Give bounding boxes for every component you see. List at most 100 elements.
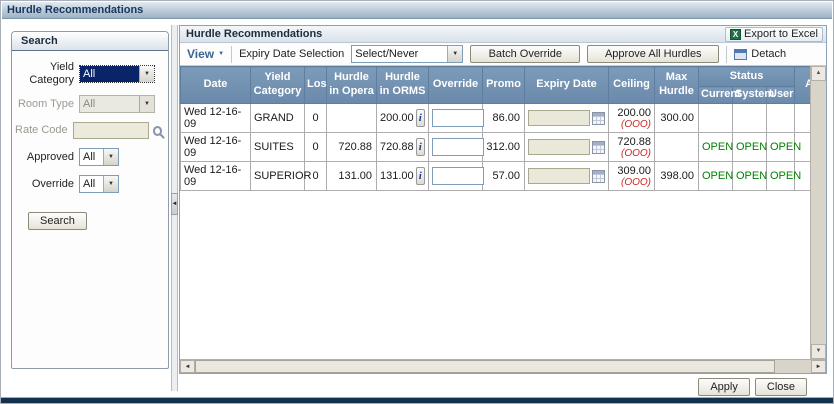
calendar-icon[interactable] bbox=[592, 111, 605, 125]
dialog-footer: Apply Close bbox=[698, 378, 807, 396]
yield-category-select[interactable]: All bbox=[79, 64, 155, 83]
info-icon[interactable]: i bbox=[415, 138, 425, 156]
search-panel: Search Yield Category All Room Type All … bbox=[11, 31, 169, 369]
cell-hurdle-in-orms: 200.00 i bbox=[376, 103, 429, 133]
cell-date: Wed 12-16-09 bbox=[180, 161, 251, 191]
col-header-max-hurdle: Max Hurdle bbox=[654, 66, 699, 104]
search-lookup-icon[interactable] bbox=[152, 125, 162, 136]
chevron-down-icon[interactable] bbox=[103, 176, 118, 193]
export-to-excel-button[interactable]: X Export to Excel bbox=[725, 26, 823, 42]
detach-button[interactable]: Detach bbox=[734, 48, 786, 60]
ceiling-value: 720.88 bbox=[617, 135, 651, 148]
info-icon[interactable]: i bbox=[415, 167, 425, 185]
info-icon[interactable]: i bbox=[415, 109, 425, 127]
scroll-left-arrow-icon[interactable]: ◄ bbox=[180, 360, 195, 373]
scroll-right-arrow-icon[interactable]: ► bbox=[811, 360, 826, 373]
horizontal-scroll-track[interactable] bbox=[775, 360, 811, 373]
chevron-down-icon[interactable] bbox=[139, 65, 154, 82]
table-row[interactable]: Wed 12-16-09 GRAND 0 200.00 i 86.00 200.… bbox=[180, 103, 810, 133]
window-bottom-bar bbox=[1, 397, 833, 403]
horizontal-scroll-thumb[interactable] bbox=[195, 360, 775, 373]
cell-yield-category: SUITES bbox=[250, 132, 305, 162]
cell-promo: 86.00 bbox=[482, 103, 525, 133]
cell-status-system: OPEN bbox=[732, 161, 767, 191]
approved-select[interactable]: All bbox=[79, 148, 119, 167]
chevron-down-icon[interactable] bbox=[447, 46, 463, 62]
scroll-down-arrow-icon[interactable]: ▼ bbox=[811, 344, 826, 359]
panel-splitter[interactable] bbox=[171, 25, 178, 391]
expiry-date-input[interactable] bbox=[528, 110, 590, 126]
view-menu-button[interactable]: View bbox=[187, 47, 224, 61]
cell-yield-category: SUPERIOR bbox=[250, 161, 311, 191]
panel-header: Hurdle Recommendations X Export to Excel bbox=[180, 26, 826, 43]
scroll-up-arrow-icon[interactable]: ▲ bbox=[811, 66, 826, 81]
table-row[interactable]: Wed 12-16-09 SUPERIOR 0 131.00 131.00 i bbox=[180, 161, 810, 191]
cell-ceiling: 309.00 (OOO) bbox=[608, 161, 655, 191]
cell-hurdle-in-orms: 131.00 i bbox=[376, 161, 429, 191]
cell-override bbox=[428, 103, 484, 133]
override-select[interactable]: All bbox=[79, 175, 119, 194]
col-header-expiry-date: Expiry Date bbox=[524, 66, 609, 104]
search-button[interactable]: Search bbox=[28, 212, 87, 231]
room-type-field-row: Room Type All bbox=[14, 95, 162, 114]
excel-icon: X bbox=[730, 28, 742, 40]
expiry-date-input[interactable] bbox=[528, 168, 590, 184]
col-header-promo: Promo bbox=[482, 66, 525, 104]
window-title: Hurdle Recommendations bbox=[7, 4, 144, 16]
hurdle-in-orms-value: 200.00 bbox=[380, 112, 414, 124]
table-scroll-area: Date Yield Category Los Hurdle in Opera … bbox=[180, 66, 810, 359]
ceiling-ooo-note: (OOO) bbox=[621, 118, 651, 130]
search-panel-header: Search bbox=[12, 32, 168, 51]
close-button[interactable]: Close bbox=[754, 378, 807, 396]
rate-code-field-row: Rate Code bbox=[14, 122, 162, 140]
table-row[interactable]: Wed 12-16-09 SUITES 0 720.88 720.88 i 31… bbox=[180, 132, 810, 162]
table-region: Date Yield Category Los Hurdle in Opera … bbox=[180, 66, 826, 359]
detach-icon bbox=[734, 48, 748, 60]
cell-ceiling: 200.00 (OOO) bbox=[608, 103, 655, 133]
cell-hurdle-in-opera: 131.00 bbox=[326, 161, 377, 191]
override-input[interactable] bbox=[432, 109, 484, 127]
cell-approve-clipped bbox=[794, 103, 810, 133]
expiry-date-selection-value: Select/Never bbox=[355, 48, 419, 60]
yield-category-label: Yield Category bbox=[29, 61, 74, 86]
cell-date: Wed 12-16-09 bbox=[180, 132, 251, 162]
expiry-date-selection-select[interactable]: Select/Never bbox=[351, 45, 464, 63]
col-header-hurdle-in-opera: Hurdle in Opera bbox=[326, 66, 377, 104]
apply-button[interactable]: Apply bbox=[698, 378, 750, 396]
col-header-override: Override bbox=[428, 66, 483, 104]
ceiling-value: 309.00 bbox=[617, 164, 651, 177]
cell-promo: 312.00 bbox=[482, 132, 525, 162]
batch-override-button[interactable]: Batch Override bbox=[470, 45, 581, 63]
search-panel-body: Yield Category All Room Type All Rate Co… bbox=[12, 51, 168, 231]
rate-code-input[interactable] bbox=[72, 122, 149, 140]
calendar-icon[interactable] bbox=[592, 169, 605, 183]
room-type-label: Room Type bbox=[17, 97, 74, 110]
override-input[interactable] bbox=[432, 167, 484, 185]
cell-status-user: OPEN bbox=[766, 132, 801, 162]
cell-ceiling: 720.88 (OOO) bbox=[608, 132, 655, 162]
cell-status-system bbox=[732, 103, 767, 133]
cell-max-hurdle bbox=[654, 132, 699, 162]
chevron-down-icon[interactable] bbox=[103, 149, 118, 166]
search-panel-title: Search bbox=[21, 35, 58, 47]
export-to-excel-label: Export to Excel bbox=[744, 28, 818, 40]
cell-max-hurdle: 398.00 bbox=[654, 161, 699, 191]
col-header-status-group: Status bbox=[698, 66, 795, 87]
calendar-icon[interactable] bbox=[592, 140, 605, 154]
col-header-ceiling: Ceiling bbox=[608, 66, 655, 104]
override-input[interactable] bbox=[432, 138, 484, 156]
approve-all-hurdles-button[interactable]: Approve All Hurdles bbox=[587, 45, 720, 63]
vertical-scrollbar[interactable]: ▲ ▼ bbox=[810, 66, 826, 359]
splitter-collapse-button[interactable] bbox=[171, 193, 178, 215]
expiry-date-input[interactable] bbox=[528, 139, 590, 155]
horizontal-scrollbar[interactable]: ◄ ► bbox=[180, 359, 826, 373]
approved-field-row: Approved All bbox=[14, 148, 162, 167]
window-titlebar: Hurdle Recommendations bbox=[2, 2, 832, 19]
rate-code-label: Rate Code bbox=[15, 124, 68, 137]
vertical-scroll-track[interactable] bbox=[811, 81, 826, 344]
cell-status-current bbox=[698, 103, 733, 133]
cell-status-system: OPEN bbox=[732, 132, 767, 162]
override-field-row: Override All bbox=[14, 175, 162, 194]
col-header-status-user: User bbox=[766, 86, 795, 104]
cell-status-user: OPEN bbox=[766, 161, 801, 191]
